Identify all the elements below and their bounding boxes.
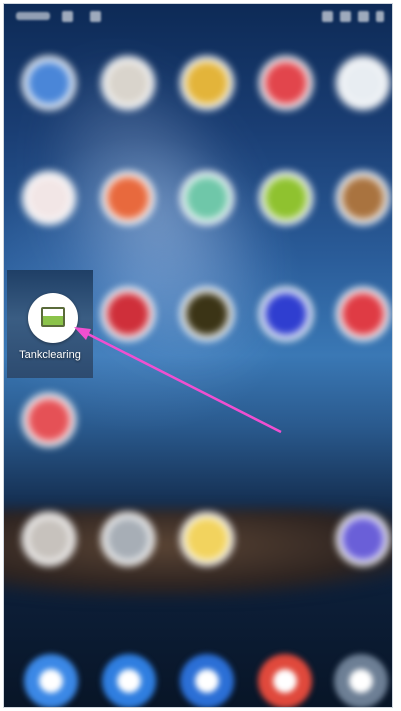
arrow-shaft: [81, 329, 282, 434]
arrow-head: [74, 327, 91, 340]
pointer-arrow: [74, 327, 282, 434]
